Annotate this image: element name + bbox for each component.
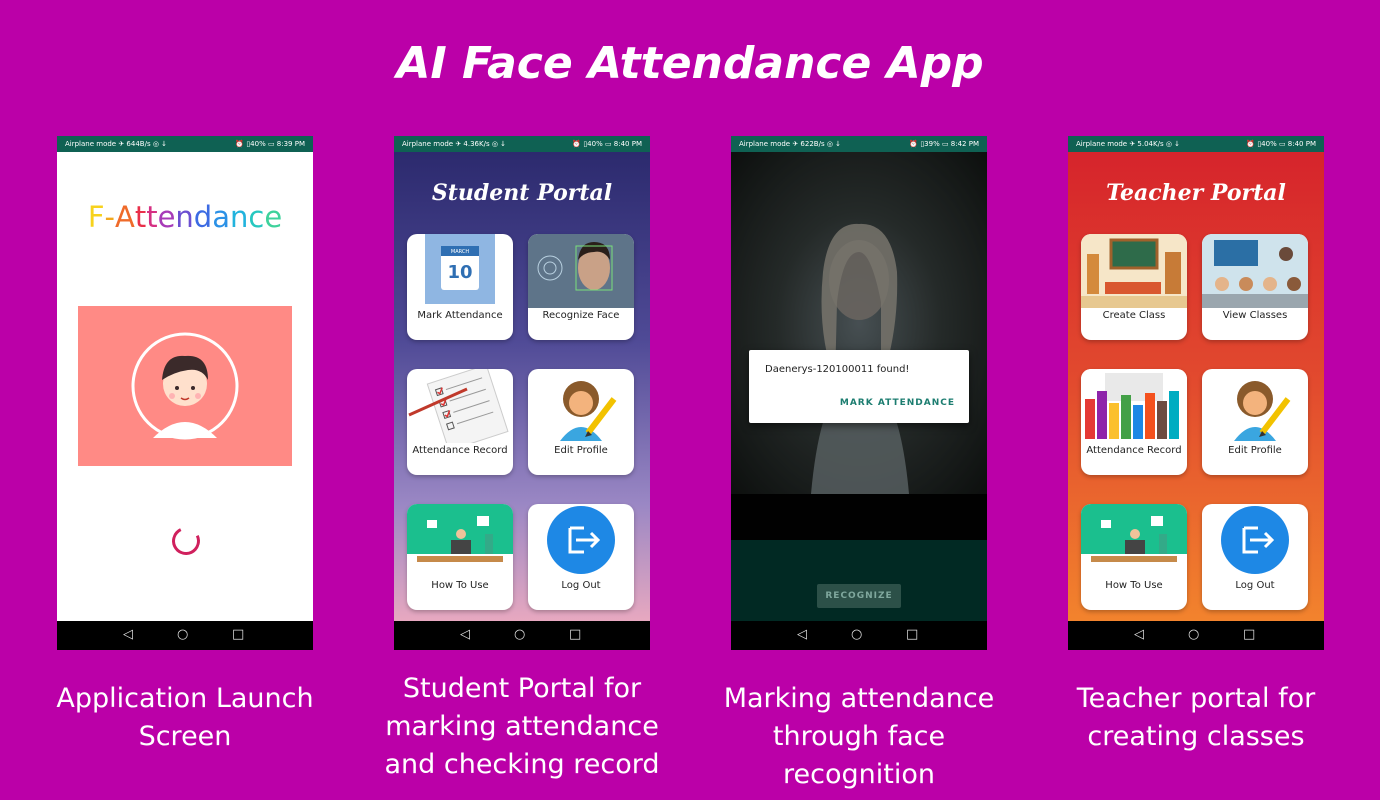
edit-profile-tile[interactable]: Edit Profile: [1202, 369, 1308, 475]
edit-profile-tile[interactable]: Edit Profile: [528, 369, 634, 475]
caption-launch: Application Launch Screen: [56, 683, 314, 752]
recent-apps-button[interactable]: □: [569, 626, 581, 644]
student-portal-screen: Student Portal MARCH 10 Mark Attendance …: [394, 152, 650, 621]
checklist-icon: [408, 369, 509, 443]
status-right: ⏰ ▯40% ▭ 8:40 PM: [572, 140, 642, 148]
attendance-record-tile[interactable]: Attendance Record: [1081, 369, 1187, 475]
status-right: ⏰ ▯40% ▭ 8:40 PM: [1246, 140, 1316, 148]
nav-bar: ◁ ○ □: [1068, 621, 1324, 650]
status-left: Airplane mode ✈ 622B/s ◎ ↓: [739, 140, 842, 148]
caption-recognition: Marking attendance through face recognit…: [723, 683, 995, 790]
raised-hands-icon: [1081, 369, 1187, 443]
phone-launch-screen: Airplane mode ✈ 644B/s ◎ ↓ ⏰ ▯40% ▭ 8:39…: [57, 136, 313, 650]
status-bar: Airplane mode ✈ 5.04K/s ◎ ↓ ⏰ ▯40% ▭ 8:4…: [1068, 136, 1324, 152]
page-title: AI Face Attendance App: [396, 38, 984, 89]
desk-illustration-icon: [407, 504, 513, 562]
back-button[interactable]: ◁: [123, 626, 133, 644]
caption-teacher-portal: Teacher portal for creating classes: [1076, 683, 1316, 752]
home-button[interactable]: ○: [1188, 626, 1199, 644]
students-icon: [1202, 234, 1308, 308]
tile-label: Log Out: [1235, 580, 1275, 591]
face-recognition-screen: Daenerys-120100011 found! MARK ATTENDANC…: [731, 152, 987, 621]
tile-label: Log Out: [561, 580, 601, 591]
status-left: Airplane mode ✈ 4.36K/s ◎ ↓: [402, 140, 507, 148]
log-out-tile[interactable]: Log Out: [528, 504, 634, 610]
status-left: Airplane mode ✈ 5.04K/s ◎ ↓: [1076, 140, 1181, 148]
portal-title: Student Portal: [431, 180, 613, 206]
tile-label: Edit Profile: [554, 445, 608, 456]
nav-bar: ◁ ○ □: [57, 621, 313, 650]
nav-bar: ◁ ○ □: [731, 621, 987, 650]
status-bar: Airplane mode ✈ 622B/s ◎ ↓ ⏰ ▯39% ▭ 8:42…: [731, 136, 987, 152]
logout-icon: [1221, 506, 1289, 574]
face-scan-icon: [528, 234, 634, 308]
profile-edit-icon: [560, 381, 617, 441]
create-class-tile[interactable]: Create Class: [1081, 234, 1187, 340]
status-right: ⏰ ▯39% ▭ 8:42 PM: [909, 140, 979, 148]
mark-attendance-button[interactable]: MARK ATTENDANCE: [840, 398, 955, 408]
back-button[interactable]: ◁: [460, 626, 470, 644]
log-out-tile[interactable]: Log Out: [1202, 504, 1308, 610]
status-left: Airplane mode ✈ 644B/s ◎ ↓: [65, 140, 168, 148]
attendance-record-tile[interactable]: Attendance Record: [407, 369, 513, 475]
how-to-use-tile[interactable]: How To Use: [1081, 504, 1187, 610]
desk-illustration-icon: [1081, 504, 1187, 562]
nav-bar: ◁ ○ □: [394, 621, 650, 650]
tile-label: How To Use: [431, 580, 489, 591]
launch-screen: F-Attendance: [57, 152, 313, 621]
home-button[interactable]: ○: [514, 626, 525, 644]
profile-edit-icon: [1234, 381, 1291, 441]
caption-student-portal: Student Portal for marking attendance an…: [384, 673, 660, 780]
phone-teacher-portal: Airplane mode ✈ 5.04K/s ◎ ↓ ⏰ ▯40% ▭ 8:4…: [1068, 136, 1324, 650]
calendar-icon: MARCH 10: [425, 234, 495, 304]
status-right: ⏰ ▯40% ▭ 8:39 PM: [235, 140, 305, 148]
recent-apps-button[interactable]: □: [906, 626, 918, 644]
phone-face-recognition: Airplane mode ✈ 622B/s ◎ ↓ ⏰ ▯39% ▭ 8:42…: [731, 136, 987, 650]
logout-icon: [547, 506, 615, 574]
recognize-button[interactable]: RECOGNIZE: [817, 584, 901, 608]
portal-title: Teacher Portal: [1106, 180, 1286, 206]
calendar-day-text: 10: [447, 262, 472, 283]
view-classes-tile[interactable]: View Classes: [1202, 234, 1308, 340]
avatar-icon: [131, 332, 239, 440]
recent-apps-button[interactable]: □: [1243, 626, 1255, 644]
tile-label: Mark Attendance: [417, 310, 503, 321]
home-button[interactable]: ○: [851, 626, 862, 644]
recent-apps-button[interactable]: □: [232, 626, 244, 644]
back-button[interactable]: ◁: [797, 626, 807, 644]
tile-label: Edit Profile: [1228, 445, 1282, 456]
avatar-banner: [78, 306, 292, 466]
back-button[interactable]: ◁: [1134, 626, 1144, 644]
phone-student-portal: Airplane mode ✈ 4.36K/s ◎ ↓ ⏰ ▯40% ▭ 8:4…: [394, 136, 650, 650]
how-to-use-tile[interactable]: How To Use: [407, 504, 513, 610]
tile-label: Attendance Record: [412, 445, 508, 456]
status-bar: Airplane mode ✈ 4.36K/s ◎ ↓ ⏰ ▯40% ▭ 8:4…: [394, 136, 650, 152]
tile-label: How To Use: [1105, 580, 1163, 591]
recognize-face-tile[interactable]: Recognize Face: [528, 234, 634, 340]
loading-spinner-icon: [168, 523, 204, 559]
mark-attendance-tile[interactable]: MARCH 10 Mark Attendance: [407, 234, 513, 340]
calendar-month-text: MARCH: [451, 249, 469, 255]
tile-label: Attendance Record: [1086, 445, 1182, 456]
match-dialog: Daenerys-120100011 found! MARK ATTENDANC…: [749, 350, 969, 423]
tile-label: Create Class: [1102, 310, 1166, 321]
dialog-message: Daenerys-120100011 found!: [765, 364, 910, 375]
home-button[interactable]: ○: [177, 626, 188, 644]
teacher-portal-screen: Teacher Portal Create Class View Classes…: [1068, 152, 1324, 621]
status-bar: Airplane mode ✈ 644B/s ◎ ↓ ⏰ ▯40% ▭ 8:39…: [57, 136, 313, 152]
tile-label: View Classes: [1222, 310, 1288, 321]
tile-label: Recognize Face: [542, 310, 620, 321]
app-logo: F-Attendance: [87, 200, 283, 234]
classroom-icon: [1081, 234, 1187, 308]
